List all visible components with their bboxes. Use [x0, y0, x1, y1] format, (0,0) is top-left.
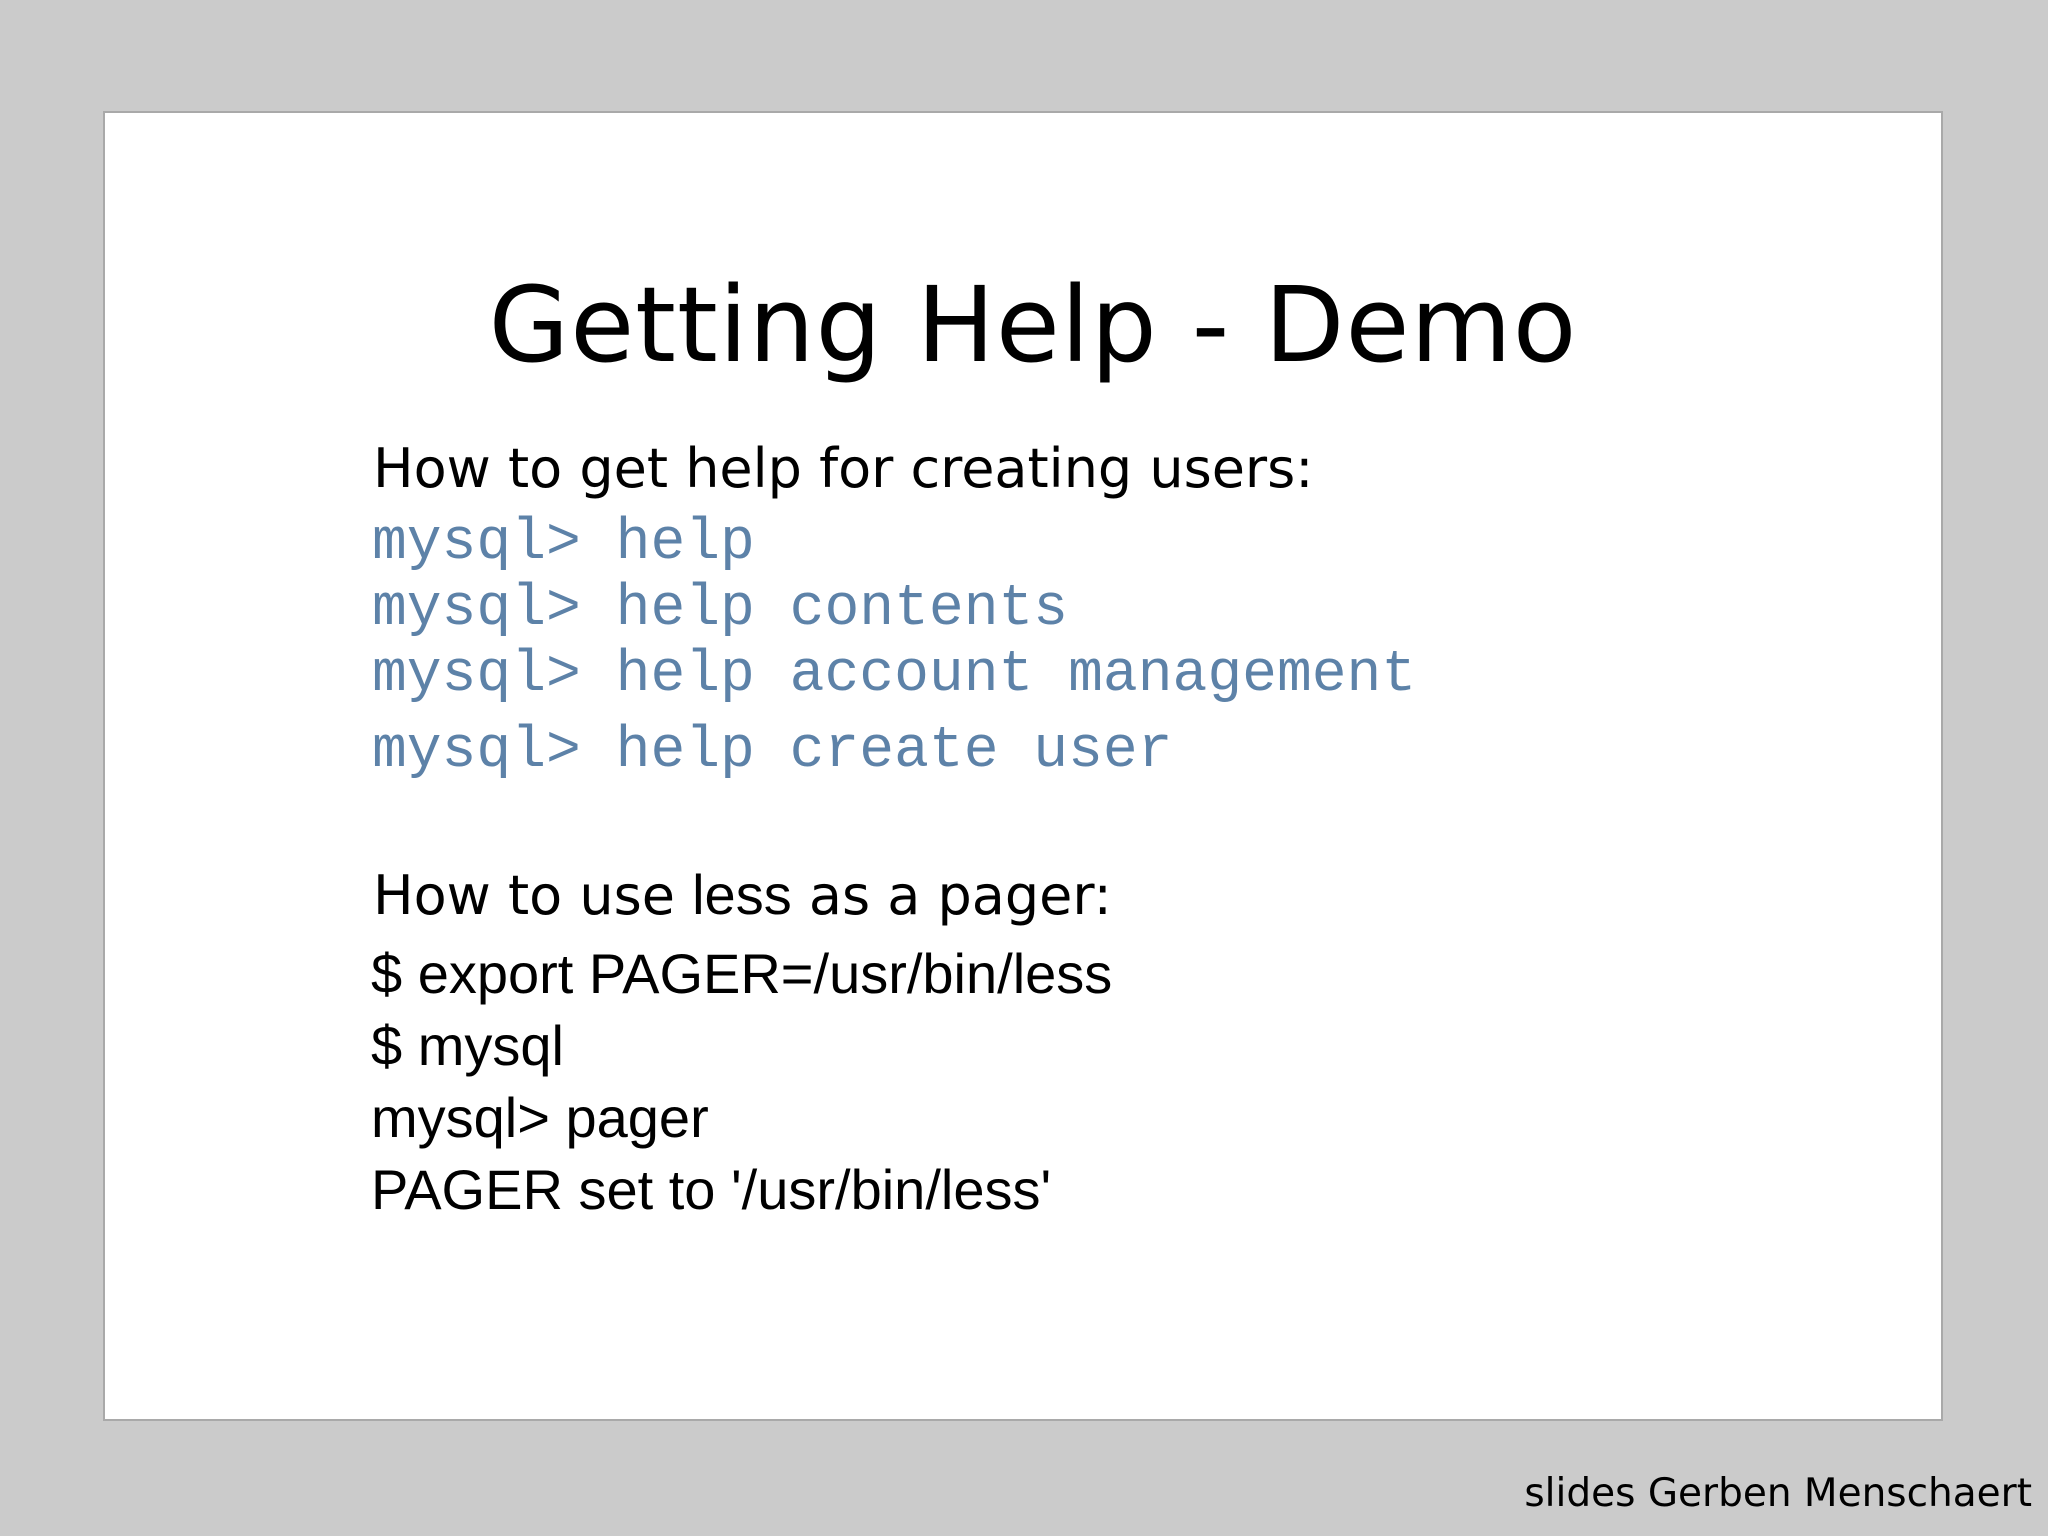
slides-credit: slides Gerben Menschaert: [1524, 1471, 2032, 1516]
section-heading-pager: How to use less as a pager:: [373, 863, 1112, 928]
command-line: mysql> help account management: [372, 643, 1417, 708]
section-heading-help: How to get help for creating users:: [373, 437, 1314, 500]
slide: Getting Help - Demo How to get help for …: [103, 111, 1943, 1421]
command-line: mysql> help: [372, 511, 755, 576]
heading-text-before: How to use: [373, 864, 693, 927]
shell-line: mysql> pager: [371, 1086, 709, 1149]
heading-inline-command: less: [692, 863, 792, 926]
shell-line: $ mysql: [371, 1014, 564, 1077]
command-line: mysql> help create user: [372, 719, 1173, 784]
shell-line: PAGER set to '/usr/bin/less': [371, 1158, 1052, 1221]
heading-text-after: as a pager:: [791, 864, 1112, 927]
command-line: mysql> help contents: [372, 577, 1069, 642]
shell-line: $ export PAGER=/usr/bin/less: [371, 942, 1113, 1005]
slide-title: Getting Help - Demo: [488, 264, 1578, 386]
